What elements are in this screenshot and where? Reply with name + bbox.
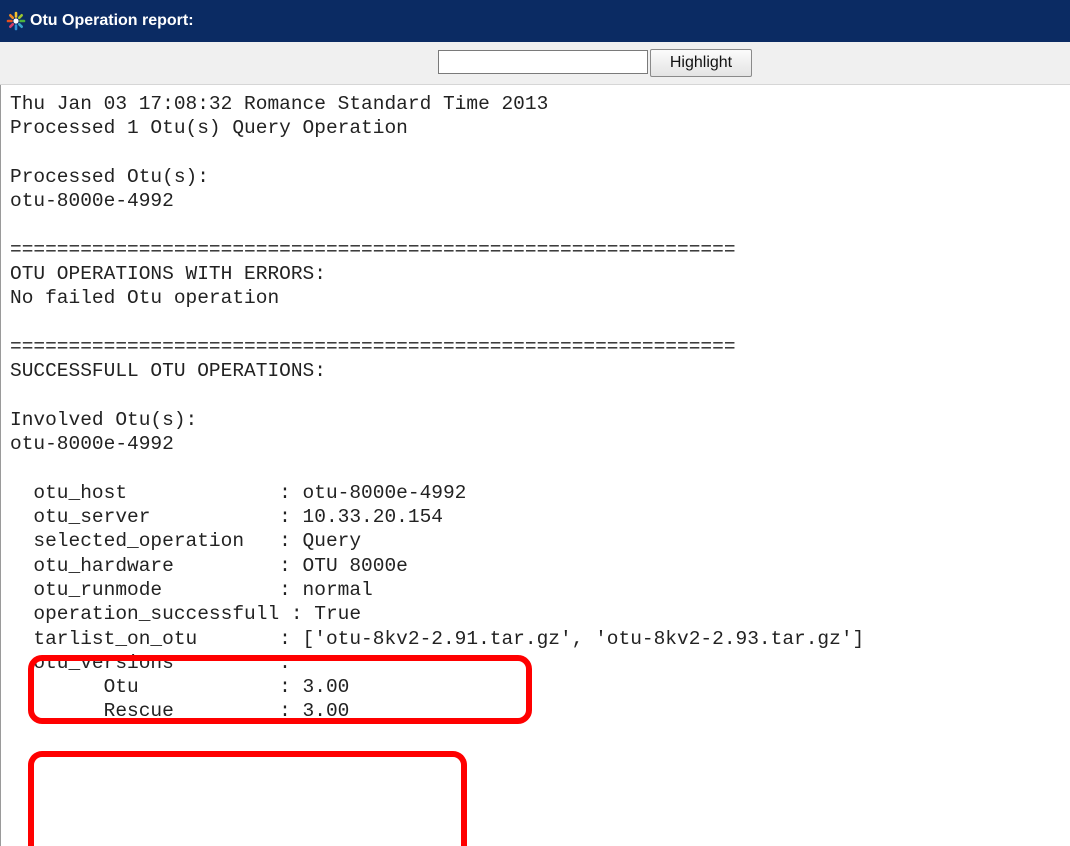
otu-version-row: Otu : 3.00 xyxy=(10,676,350,699)
toolbar: Highlight xyxy=(0,42,1070,85)
report-blank-line xyxy=(10,311,1070,335)
errors-value: No failed Otu operation xyxy=(10,287,280,310)
search-input[interactable] xyxy=(438,50,648,74)
processed-otu-value: otu-8000e-4992 xyxy=(10,190,174,213)
involved-otu-value: otu-8000e-4992 xyxy=(10,433,174,456)
title-bar: Otu Operation report: xyxy=(0,0,1070,42)
report-window: Otu Operation report: Highlight Thu Jan … xyxy=(0,0,1070,846)
otu-runmode-row: otu_runmode : normal xyxy=(10,578,373,601)
otu-server-row: otu_server : 10.33.20.154 xyxy=(10,506,443,529)
selected-operation-row: selected_operation : Query xyxy=(10,530,362,553)
window-title: Otu Operation report: xyxy=(30,12,194,29)
report-blank-line xyxy=(10,141,1070,165)
operation-successfull-row: operation_successfull : True xyxy=(10,603,362,626)
separator-line: ========================================… xyxy=(10,238,736,261)
report-date-line: Thu Jan 03 17:08:32 Romance Standard Tim… xyxy=(10,93,549,115)
tarlist-row: tarlist_on_otu : ['otu-8kv2-2.91.tar.gz'… xyxy=(10,627,865,650)
report-blank-line xyxy=(10,384,1070,408)
report-summary-line: Processed 1 Otu(s) Query Operation xyxy=(10,117,408,140)
otu-host-row: otu_host : otu-8000e-4992 xyxy=(10,481,467,504)
otu-versions-row: otu_versions : xyxy=(10,651,291,674)
rescue-version-row: Rescue : 3.00 xyxy=(10,700,350,723)
otu-hardware-row: otu_hardware : OTU 8000e xyxy=(10,554,408,577)
errors-heading: OTU OPERATIONS WITH ERRORS: xyxy=(10,263,326,286)
report-blank-line xyxy=(10,456,1070,480)
report-text: Thu Jan 03 17:08:32 Romance Standard Tim… xyxy=(10,92,1070,846)
report-blank-line xyxy=(10,213,1070,237)
processed-otu-heading: Processed Otu(s): xyxy=(10,165,209,188)
content-border xyxy=(0,85,1,846)
highlight-button[interactable]: Highlight xyxy=(650,49,752,77)
gear-icon xyxy=(6,11,26,31)
involved-otu-heading: Involved Otu(s): xyxy=(10,408,198,431)
separator-line: ========================================… xyxy=(10,335,736,358)
success-heading: SUCCESSFULL OTU OPERATIONS: xyxy=(10,360,326,383)
